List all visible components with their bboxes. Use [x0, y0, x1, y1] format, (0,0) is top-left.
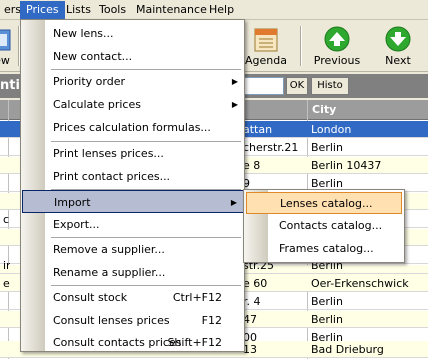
- next-button[interactable]: Next: [376, 22, 420, 70]
- menu-item-label: Import: [54, 196, 91, 209]
- menu-item-shortcut: F12: [201, 314, 222, 327]
- menu-item-consult-stock[interactable]: Consult stock Ctrl+F12: [22, 286, 244, 309]
- table-cell: Berlin 10437: [311, 159, 382, 172]
- table-cell: Oer-Erkenschwick: [311, 277, 409, 290]
- agenda-button-label: Agenda: [245, 54, 287, 67]
- table-cell: Berlin: [311, 141, 343, 154]
- table-cell: 47: [243, 313, 257, 326]
- menu-item-import[interactable]: Import ▶: [22, 190, 244, 213]
- chevron-right-icon: ▶: [231, 77, 238, 86]
- table-cell: Berlin: [311, 295, 343, 308]
- toolbar-separator: [300, 26, 302, 66]
- submenu-item-lenses-catalog[interactable]: Lenses catalog...: [246, 192, 402, 214]
- menu-tools[interactable]: Tools: [93, 1, 132, 19]
- ok-button[interactable]: OK: [286, 77, 308, 95]
- table-cell: cherstr.21: [243, 141, 299, 154]
- menu-item-export[interactable]: Export...: [22, 213, 244, 236]
- import-submenu: Lenses catalog... Contacts catalog... Fr…: [243, 189, 405, 263]
- new-button-label: ew: [0, 54, 10, 67]
- menu-item-calculate-prices[interactable]: Calculate prices ▶: [22, 93, 244, 116]
- table-cell: e 60: [243, 277, 268, 290]
- menu-item-new-lens[interactable]: New lens...: [22, 22, 244, 45]
- menu-lists[interactable]: Lists: [60, 1, 97, 19]
- menu-item-consult-contacts[interactable]: Consult contacts prices Shift+F12: [22, 331, 244, 354]
- menu-item-consult-lenses[interactable]: Consult lenses prices F12: [22, 309, 244, 332]
- menu-item-label: Consult contacts prices: [53, 336, 182, 349]
- menu-item-label: Calculate prices: [53, 98, 141, 111]
- arrow-down-icon: [385, 26, 411, 52]
- submenu-item-frames-catalog[interactable]: Frames catalog...: [246, 238, 402, 260]
- table-cell: [0, 121, 10, 138]
- table-cell: er: [3, 277, 10, 290]
- previous-button-label: Previous: [313, 54, 361, 67]
- menu-item-remove-supplier[interactable]: Remove a supplier...: [22, 238, 244, 261]
- new-icon: [0, 29, 11, 51]
- menu-item-formulas[interactable]: Prices calculation formulas...: [22, 116, 244, 139]
- calendar-icon: [254, 28, 278, 52]
- table-cell: in: [3, 259, 10, 272]
- prices-menu: New lens... New contact... Priority orde…: [20, 19, 245, 352]
- table-cell: attan: [243, 123, 273, 136]
- menu-item-label: Consult stock: [53, 291, 128, 304]
- menu-maintenance[interactable]: Maintenance: [130, 1, 213, 19]
- menu-item-shortcut: Ctrl+F12: [172, 291, 222, 304]
- menu-item-label: Priority order: [53, 75, 125, 88]
- table-cell: 13: [243, 343, 257, 356]
- menu-item-new-contact[interactable]: New contact...: [22, 45, 244, 68]
- menu-item-print-contact[interactable]: Print contact prices...: [22, 165, 244, 188]
- agenda-button[interactable]: Agenda: [243, 22, 289, 70]
- menu-bar: ers Prices Lists Tools Maintenance Help: [0, 0, 428, 20]
- arrow-up-icon: [324, 26, 350, 52]
- table-cell: ch: [3, 213, 10, 226]
- table-cell: e 8: [243, 159, 261, 172]
- submenu-item-contacts-catalog[interactable]: Contacts catalog...: [246, 215, 402, 237]
- table-cell: London: [311, 123, 352, 136]
- menu-item-rename-supplier[interactable]: Rename a supplier...: [22, 261, 244, 284]
- menu-prices[interactable]: Prices: [20, 1, 65, 19]
- column-header-city[interactable]: City: [308, 100, 336, 120]
- histo-button[interactable]: Histo: [311, 77, 349, 95]
- new-button[interactable]: ew: [0, 22, 16, 70]
- table-cell: Berlin: [311, 313, 343, 326]
- table-cell: r. 4: [243, 295, 261, 308]
- chevron-right-icon: ▶: [231, 100, 238, 109]
- next-button-label: Next: [385, 54, 411, 67]
- menu-help[interactable]: Help: [203, 1, 240, 19]
- chevron-right-icon: ▶: [230, 198, 237, 207]
- menu-item-print-lenses[interactable]: Print lenses prices...: [22, 142, 244, 165]
- menu-item-shortcut: Shift+F12: [167, 336, 222, 349]
- previous-button[interactable]: Previous: [308, 22, 366, 70]
- search-input[interactable]: [240, 77, 284, 95]
- menu-item-priority-order[interactable]: Priority order ▶: [22, 70, 244, 93]
- table-cell: Bad Drieburg: [311, 343, 384, 356]
- menu-item-label: Consult lenses prices: [53, 314, 170, 327]
